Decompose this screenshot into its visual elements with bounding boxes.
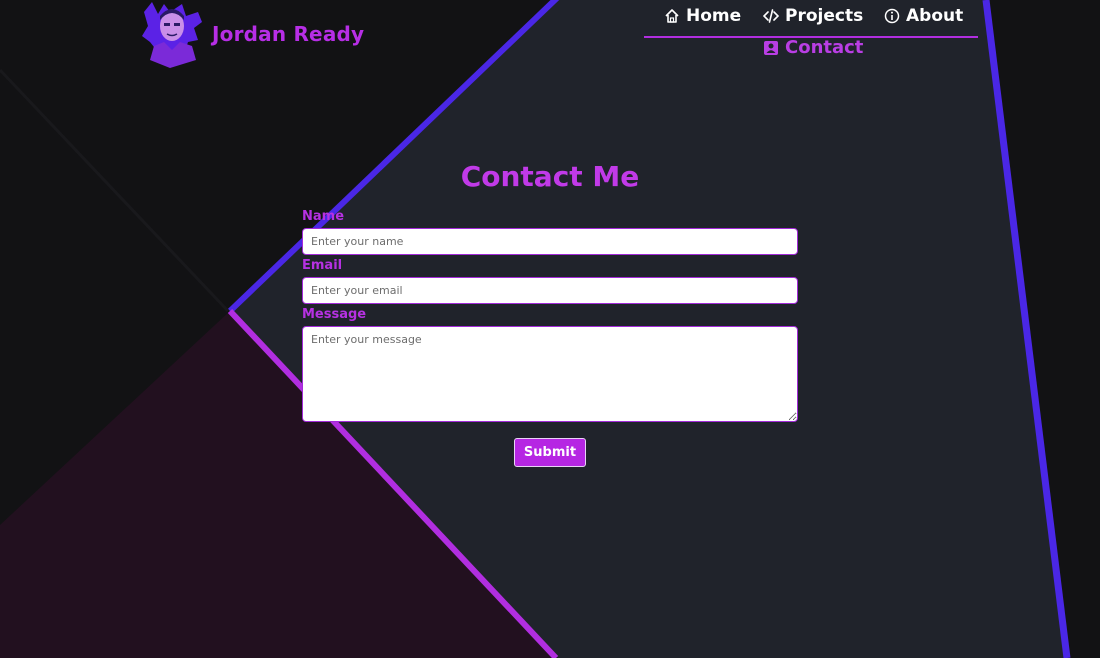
main-nav: Home Projects About <box>644 4 978 38</box>
code-icon <box>763 9 779 23</box>
nav-about[interactable]: About <box>884 6 963 26</box>
nav-projects-label: Projects <box>785 6 864 26</box>
brand[interactable]: Jordan Ready <box>140 2 364 68</box>
home-icon <box>665 9 679 23</box>
nav-projects[interactable]: Projects <box>763 6 863 26</box>
name-label: Name <box>302 209 345 224</box>
brand-name: Jordan Ready <box>212 22 365 46</box>
nav-contact[interactable]: Contact <box>763 37 863 58</box>
info-icon <box>884 8 900 24</box>
site-header: Jordan Ready Home Projects About Contact <box>0 0 1100 70</box>
email-label: Email <box>302 258 343 273</box>
name-input[interactable] <box>302 228 798 255</box>
submit-button[interactable]: Submit <box>514 438 586 467</box>
developer-avatar-icon <box>142 2 202 68</box>
nav-about-label: About <box>906 6 964 26</box>
contact-card-icon <box>764 40 778 55</box>
message-textarea[interactable] <box>302 326 798 422</box>
contact-form: Name Email Message <box>302 208 798 422</box>
nav-home-label: Home <box>686 6 742 26</box>
message-label: Message <box>302 307 367 322</box>
nav-contact-label: Contact <box>785 37 864 58</box>
nav-home[interactable]: Home <box>664 6 741 26</box>
page-title: Contact Me <box>460 160 640 193</box>
email-input[interactable] <box>302 277 798 304</box>
